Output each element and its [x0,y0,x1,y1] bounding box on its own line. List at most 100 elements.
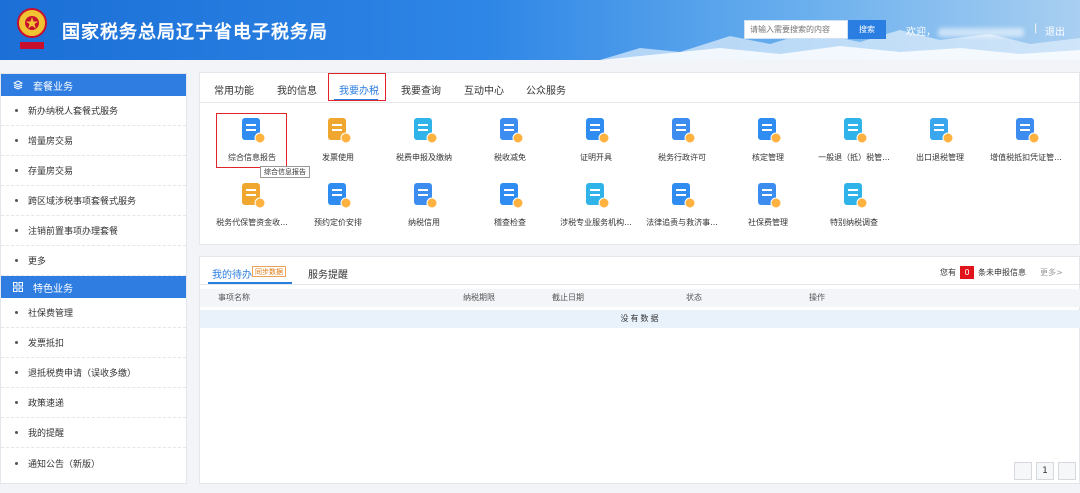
function-item[interactable]: 税务代保管资金收... [212,180,292,236]
search-input[interactable] [744,20,848,39]
app-root: 国家税务总局辽宁省电子税务局 搜索 欢迎， | 退出 套餐业务 新办纳税人套餐式… [0,0,1080,493]
sidebar-item[interactable]: 跨区域涉税事项套餐式服务 [1,186,186,216]
tax-emblem-icon [17,8,47,49]
function-item[interactable]: 税务行政许可 [642,115,722,171]
bullet-icon [15,139,18,142]
sidebar-item[interactable]: 增量房交易 [1,126,186,156]
sidebar-item[interactable]: 政策速递 [1,388,186,418]
bullet-icon [15,109,18,112]
special-survey-icon [844,183,868,209]
custody-fund-icon [242,183,266,209]
refund-icon [844,118,868,144]
function-label: 税收减免 [494,153,526,162]
pending-count-badge: 0 [960,266,974,279]
page-number-button[interactable]: 1 [1036,462,1054,480]
tax-relief-icon [500,118,524,144]
function-label: 法律追责与救济事... [646,218,718,227]
sidebar-item[interactable]: 发票抵扣 [1,328,186,358]
tab-pending[interactable]: 我的待办 [212,266,252,281]
inspection-icon [500,183,524,209]
function-item[interactable]: 税费申报及缴纳 [384,115,464,171]
todo-panel: 我的待办 同步数据 服务提醒 您有 0 条未申报信息 更多> 事项名称 纳税期限 截… [199,256,1080,484]
welcome-label: 欢迎， [906,27,936,38]
sidebar-item[interactable]: 我的提醒 [1,418,186,448]
sidebar-section-title: 套餐业务 [33,81,73,93]
grid-icon [13,282,23,292]
tab-query[interactable]: 我要查询 [401,82,441,97]
sidebar-item-label: 更多 [28,257,47,267]
certificate-icon [586,118,610,144]
vat-icon [1016,118,1040,144]
function-label: 涉税专业服务机构... [560,218,632,227]
bullet-icon [15,431,18,434]
bullet-icon [15,461,18,465]
bullet-icon [15,169,18,172]
sidebar-section-package[interactable]: 套餐业务 [1,74,186,96]
export-refund-icon [930,118,954,144]
tab-service-reminder[interactable]: 服务提醒 [308,266,348,281]
sync-data-badge[interactable]: 同步数据 [252,266,286,277]
function-item[interactable]: 一般退（抵）税管... [814,115,894,171]
sidebar-item-label: 跨区域涉税事项套餐式服务 [28,197,137,207]
sidebar-item-label: 新办纳税人套餐式服务 [28,107,119,117]
bullet-icon [15,311,18,314]
logout-link[interactable]: 退出 [1045,23,1065,38]
tax-declare-icon [414,118,438,144]
summary-suffix: 条未申报信息 [978,268,1026,277]
sidebar-item[interactable]: 退抵税费申请（误收多缴） [1,358,186,388]
next-page-button[interactable] [1058,462,1076,480]
column-header: 纳税期限 [463,293,495,302]
function-label: 税费申报及缴纳 [396,153,452,162]
function-item[interactable]: 发票使用 [298,115,378,171]
sidebar-section-featured[interactable]: 特色业务 [1,276,186,298]
summary-prefix: 您有 [940,268,956,277]
function-label: 证明开具 [580,153,612,162]
agency-icon [586,183,610,209]
function-item[interactable]: 法律追责与救济事... [642,180,722,236]
sidebar-item[interactable]: 新办纳税人套餐式服务 [1,96,186,126]
prev-page-button[interactable] [1014,462,1032,480]
tab-interaction[interactable]: 互动中心 [464,82,504,97]
column-header: 状态 [686,293,702,302]
sidebar-item-label: 社保费管理 [28,309,74,319]
empty-table-row: 没有数据 [200,310,1080,328]
function-item[interactable]: 增值税抵扣凭证管... [986,115,1066,171]
pricing-icon [328,183,352,209]
sidebar-item[interactable]: 通知公告（新版） [1,448,186,478]
bullet-icon [15,341,18,344]
user-name-blurred [938,27,1024,37]
sidebar: 套餐业务 新办纳税人套餐式服务 增量房交易 存量房交易 跨区域涉税事项套餐式服务… [0,73,187,484]
tab-common[interactable]: 常用功能 [214,82,254,97]
sidebar-section-title: 特色业务 [33,283,73,295]
function-item[interactable]: 税收减免 [470,115,550,171]
function-highlight-box [216,113,287,168]
function-item[interactable]: 核定管理 [728,115,808,171]
sidebar-item[interactable]: 存量房交易 [1,156,186,186]
function-item[interactable]: 预约定价安排 [298,180,378,236]
sidebar-item-label: 政策速递 [28,399,65,409]
function-item[interactable]: 社保费管理 [728,180,808,236]
column-header: 操作 [809,293,825,302]
sidebar-item-more[interactable]: 更多 [1,246,186,276]
legal-icon [672,183,696,209]
function-item[interactable]: 证明开具 [556,115,636,171]
function-item[interactable]: 纳税信用 [384,180,464,236]
function-panel: 常用功能 我的信息 我要办税 我要查询 互动中心 公众服务 综合信息报告 发票使用… [199,72,1080,245]
function-item[interactable]: 特别纳税调查 [814,180,894,236]
function-item[interactable]: 稽查检查 [470,180,550,236]
license-icon [672,118,696,144]
sidebar-item[interactable]: 注销前置事项办理套餐 [1,216,186,246]
tab-my-info[interactable]: 我的信息 [277,82,317,97]
sidebar-item[interactable]: 社保费管理 [1,298,186,328]
function-item[interactable]: 涉税专业服务机构... [556,180,636,236]
sidebar-item-label: 增量房交易 [28,137,74,147]
function-item[interactable]: 出口退税管理 [900,115,980,171]
sidebar-item-label: 我的提醒 [28,429,65,439]
tab-public-service[interactable]: 公众服务 [526,82,566,97]
sidebar-item-label: 退抵税费申请（误收多缴） [28,369,137,379]
function-label: 税务代保管资金收... [216,218,288,227]
bullet-icon [15,401,18,404]
more-link[interactable]: 更多> [1040,267,1063,278]
search-button[interactable]: 搜索 [848,20,886,39]
top-header: 国家税务总局辽宁省电子税务局 搜索 欢迎， | 退出 [0,0,1080,60]
